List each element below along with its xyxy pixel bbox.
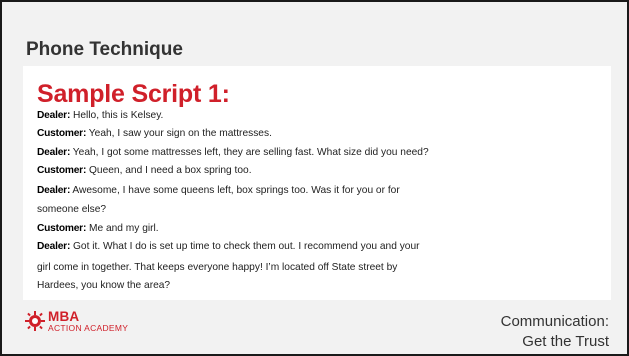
line-text: Yeah, I saw your sign on the mattresses.: [86, 128, 272, 139]
line-text: Got it. What I do is set up time to chec…: [70, 241, 420, 252]
speaker-label: Dealer:: [37, 241, 71, 252]
script-line: Customer: Me and my girl.: [37, 223, 159, 234]
script-line: Dealer: Yeah, I got some mattresses left…: [37, 147, 429, 158]
speaker-label: Dealer:: [37, 147, 71, 158]
script-line: Dealer: Got it. What I do is set up time…: [37, 241, 420, 252]
line-text: girl come in together. That keeps everyo…: [37, 262, 398, 273]
line-text: Hardees, you know the area?: [37, 280, 171, 291]
logo-badge-icon: [24, 310, 46, 332]
line-text: Me and my girl.: [86, 223, 159, 234]
mba-logo: MBA ACTION ACADEMY: [24, 310, 128, 332]
subtitle-line-1: Communication:: [500, 313, 609, 330]
script-line: someone else?: [37, 204, 107, 215]
line-text: Queen, and I need a box spring too.: [86, 165, 252, 176]
line-text: Yeah, I got some mattresses left, they a…: [70, 147, 429, 158]
script-line: Dealer: Awesome, I have some queens left…: [37, 185, 400, 196]
slide-title: Phone Technique: [26, 39, 183, 60]
footer: MBA ACTION ACADEMY Communication: Get th…: [2, 300, 627, 354]
subtitle-line-2: Get the Trust: [522, 333, 609, 350]
speaker-label: Customer:: [37, 223, 87, 234]
script-line: Customer: Queen, and I need a box spring…: [37, 165, 252, 176]
speaker-label: Dealer:: [37, 185, 71, 196]
section-subtitle: Communication: Get the Trust: [501, 312, 609, 352]
speaker-label: Dealer:: [37, 110, 71, 121]
script-line: girl come in together. That keeps everyo…: [37, 262, 398, 273]
script-heading: Sample Script 1:: [37, 80, 230, 108]
logo-tagline: ACTION ACADEMY: [48, 322, 129, 333]
script-line: Customer: Yeah, I saw your sign on the m…: [37, 128, 272, 139]
slide: Phone Technique Sample Script 1: Dealer:…: [0, 0, 629, 356]
line-text: Hello, this is Kelsey.: [70, 110, 164, 121]
content-panel: Sample Script 1: Dealer: Hello, this is …: [23, 66, 611, 300]
line-text: someone else?: [37, 204, 107, 215]
speaker-label: Customer:: [37, 165, 87, 176]
speaker-label: Customer:: [37, 128, 87, 139]
script-line: Dealer: Hello, this is Kelsey.: [37, 110, 164, 121]
logo-name: MBA: [48, 309, 80, 324]
logo-text: MBA ACTION ACADEMY: [48, 310, 128, 332]
line-text: Awesome, I have some queens left, box sp…: [70, 185, 400, 196]
script-line: Hardees, you know the area?: [37, 280, 171, 291]
